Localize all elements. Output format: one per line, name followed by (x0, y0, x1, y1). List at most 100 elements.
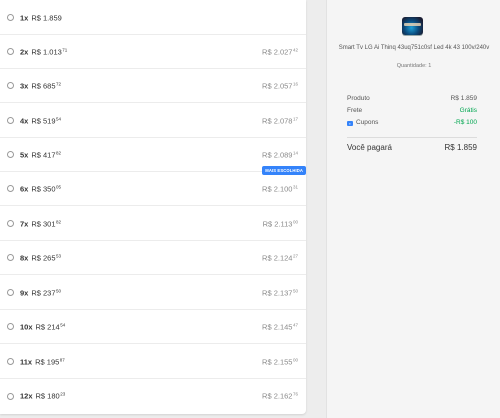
installment-total: R$ 2.16276 (262, 392, 298, 401)
installment-amount: 9x R$ 23750 (20, 288, 61, 297)
total-value: R$ 2.113 (262, 219, 293, 228)
installment-cents: 50 (56, 288, 62, 293)
most-chosen-badge: MAIS ESCOLHIDA (262, 166, 306, 175)
installment-total: R$ 2.11300 (263, 219, 298, 228)
total-value: R$ 1.859 (444, 143, 477, 152)
installment-cents: 82 (56, 150, 62, 155)
total-value: R$ 2.089 (262, 150, 293, 159)
installment-value: R$ 1.013 (31, 47, 62, 56)
installment-count: 5x (20, 150, 29, 159)
installment-option-5x[interactable]: 5x R$ 41782 R$ 2.08914 (0, 138, 306, 172)
total-value: R$ 2.078 (262, 116, 293, 125)
installment-cents: 23 (60, 391, 66, 397)
installment-cents: 82 (56, 219, 62, 224)
installment-radio[interactable] (7, 48, 14, 55)
installment-radio[interactable] (7, 185, 14, 192)
product-price: R$ 1.859 (450, 95, 477, 102)
total-cents: 17 (292, 116, 298, 121)
installment-option-2x[interactable]: 2x R$ 1.01371 R$ 2.02742 (0, 35, 306, 69)
total-cents: 76 (292, 391, 298, 397)
total-value: R$ 2.155 (262, 357, 293, 366)
total-value: R$ 2.057 (262, 81, 293, 90)
installment-count: 4x (20, 116, 29, 125)
installment-total: R$ 2.15500 (262, 357, 298, 366)
installment-option-7x[interactable]: 7x R$ 30182 R$ 2.11300 (0, 207, 306, 241)
installment-cents: 71 (62, 47, 68, 52)
installment-radio[interactable] (7, 14, 14, 21)
installment-value: R$ 195 (35, 357, 60, 366)
installment-radio[interactable] (7, 254, 14, 261)
product-quantity: Quantidade: 1 (396, 63, 432, 69)
installment-radio[interactable] (7, 392, 14, 400)
product-label: Produto (347, 95, 370, 102)
installment-radio[interactable] (7, 117, 14, 124)
installment-option-10x[interactable]: 10x R$ 21454 R$ 2.14547 (0, 310, 306, 344)
installment-amount: 4x R$ 51954 (20, 116, 61, 125)
installment-radio[interactable] (7, 82, 14, 89)
installment-amount: 3x R$ 68572 (20, 81, 61, 90)
installment-radio[interactable] (7, 323, 14, 330)
installment-amount: 7x R$ 30182 (20, 219, 61, 228)
installment-total: R$ 2.07817 (262, 116, 298, 125)
installment-amount: 2x R$ 1.01371 (20, 47, 67, 56)
installment-option-4x[interactable]: 4x R$ 51954 R$ 2.07817 (0, 104, 306, 138)
installment-cents: 72 (56, 81, 62, 86)
installment-radio[interactable] (7, 151, 14, 158)
installment-value: R$ 417 (31, 150, 56, 159)
total-cents: 00 (292, 357, 298, 362)
installment-radio[interactable] (7, 358, 14, 365)
installment-total: R$ 2.14547 (262, 322, 298, 331)
coupon-value: -R$ 100 (453, 119, 477, 126)
total-cents: 50 (292, 288, 298, 293)
installment-option-3x[interactable]: 3x R$ 68572 R$ 2.05716 (0, 69, 306, 103)
installment-count: 10x (20, 322, 33, 331)
total-cents: 31 (292, 184, 298, 189)
installment-option-1x[interactable]: 1x R$ 1.859 (0, 1, 306, 35)
total-cents: 27 (292, 253, 298, 258)
installment-total: R$ 2.13750 (262, 288, 298, 297)
installment-total: R$ 2.08914 (262, 150, 298, 159)
coupon-icon: ▪ (347, 120, 353, 126)
installment-count: 11x (20, 357, 33, 366)
installment-count: 7x (20, 219, 29, 228)
installment-count: 8x (20, 253, 29, 262)
installment-value: R$ 350 (31, 184, 56, 193)
total-value: R$ 2.027 (262, 47, 293, 56)
shipping-value: Grátis (459, 107, 477, 114)
installment-option-9x[interactable]: 9x R$ 23750 R$ 2.13750 (0, 276, 306, 310)
installment-value: R$ 265 (31, 253, 56, 262)
total-value: R$ 2.137 (262, 288, 293, 297)
installment-option-12x[interactable]: 12x R$ 18023 R$ 2.16276 (0, 379, 306, 413)
installment-option-6x[interactable]: 6x R$ 35005 R$ 2.10031 MAIS ESCOLHIDA (0, 166, 306, 206)
summary-divider (347, 137, 477, 138)
installment-option-8x[interactable]: 8x R$ 26553 R$ 2.12427 (0, 241, 306, 275)
installment-amount: 1x R$ 1.859 (20, 13, 62, 22)
installment-radio[interactable] (7, 289, 14, 296)
product-thumbnail (402, 17, 423, 35)
installment-value: R$ 237 (31, 288, 56, 297)
installment-options-card: 1x R$ 1.859 2x R$ 1.01371 R$ 2.02742 3x R$ 685… (0, 0, 306, 414)
installment-value: R$ 180 (35, 391, 60, 401)
total-cents: 47 (292, 322, 298, 327)
total-label: Você pagará (347, 143, 392, 152)
installment-total: R$ 2.10031 (262, 184, 298, 193)
installment-amount: 12x R$ 18023 (20, 392, 65, 401)
installment-count: 6x (20, 184, 29, 193)
installment-total: R$ 2.12427 (262, 253, 298, 262)
installment-value: R$ 685 (31, 81, 56, 90)
installment-cents: 54 (60, 322, 66, 327)
installment-amount: 8x R$ 26553 (20, 253, 61, 262)
installment-cents: 87 (59, 357, 65, 362)
total-cents: 14 (292, 150, 298, 155)
installment-cents: 05 (56, 184, 62, 189)
total-cents: 42 (292, 47, 298, 52)
installment-radio[interactable] (7, 220, 14, 227)
installment-count: 2x (20, 47, 29, 56)
product-title: Smart Tv LG Ai Thinq 43uq751c0sf Led 4k … (338, 45, 490, 51)
installment-count: 3x (20, 81, 29, 90)
installment-amount: 6x R$ 35005 (20, 184, 61, 193)
coupon-label: Cupons (356, 119, 379, 126)
total-value: R$ 2.145 (262, 322, 293, 331)
installment-option-11x[interactable]: 11x R$ 19587 R$ 2.15500 (0, 345, 306, 379)
installment-cents: 54 (56, 116, 62, 121)
